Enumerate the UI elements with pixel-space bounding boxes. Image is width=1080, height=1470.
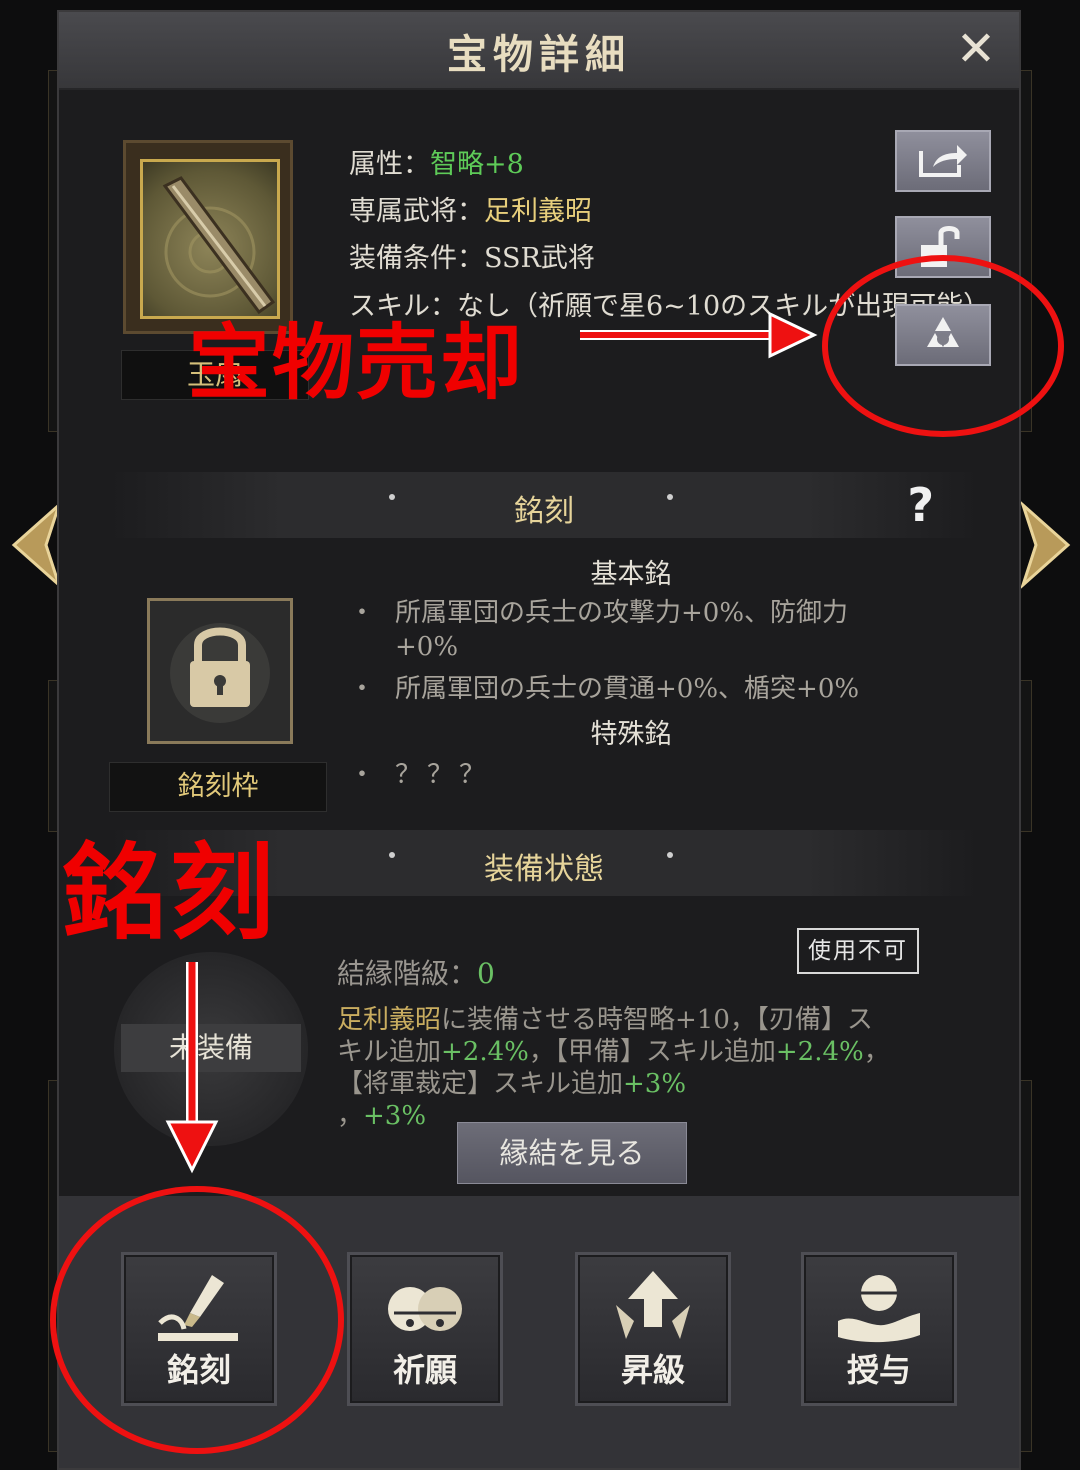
engrave-annotation-label: 銘刻: [62, 832, 279, 954]
bond-bonus: +3%: [623, 1069, 687, 1099]
equip-condition-row: 装備条件：SSR武将: [349, 236, 595, 275]
bond-general: 足利義昭: [337, 1005, 442, 1035]
bullet-dot: ・: [349, 674, 376, 704]
exclusive-general-row: 専属武将：足利義昭: [349, 189, 592, 228]
bond-bonus: +3%: [363, 1101, 427, 1131]
bond-level: 結縁階級：0: [337, 952, 495, 992]
sell-arrow-icon: [580, 311, 818, 359]
close-icon[interactable]: ✕: [951, 24, 1001, 74]
share-icon: [919, 145, 967, 177]
item-image: [140, 159, 280, 319]
upgrade-arrow-icon: [616, 1271, 690, 1339]
sell-highlight-ring: [822, 255, 1064, 437]
engrave-section-header: 銘刻 ?: [109, 472, 979, 538]
dialog-title: 宝物詳細: [447, 31, 631, 78]
special-engrave-line: ・ ？？？: [349, 758, 492, 792]
attribute-value: 智略+8: [430, 149, 524, 180]
bond-text: ，: [337, 1101, 364, 1131]
bestow-button-label: 授与: [846, 1351, 911, 1389]
view-bond-button[interactable]: 縁結を見る: [457, 1122, 687, 1184]
bullet-dot: ・: [349, 598, 376, 628]
unusable-stamp: 使用不可: [797, 928, 919, 974]
engrave-arrow-icon: [165, 962, 219, 1174]
lock-icon: [170, 623, 270, 723]
bells-icon: [388, 1287, 462, 1331]
special-engrave-text: ？？？: [395, 760, 492, 790]
pray-button-label: 祈願: [392, 1351, 457, 1389]
exclusive-value: 足利義昭: [484, 196, 592, 227]
basic-engrave-text: 所属軍団の兵士の攻撃力+0%、防御力+0%: [395, 598, 849, 662]
bond-text: ，【甲備】スキル追加: [528, 1037, 776, 1067]
bullet-dot: ・: [349, 760, 376, 790]
title-bar: 宝物詳細 ✕: [59, 12, 1019, 90]
next-arrow-icon[interactable]: [1018, 500, 1078, 590]
engrave-slot-frame[interactable]: [147, 598, 293, 744]
basic-engrave-line: ・所属軍団の兵士の攻撃力+0%、防御力+0%: [349, 596, 895, 664]
bond-bonus: +2.4%: [775, 1037, 864, 1067]
prev-arrow-icon[interactable]: [4, 500, 64, 590]
bond-bonus: +2.4%: [441, 1037, 529, 1067]
share-button[interactable]: [895, 130, 991, 192]
upgrade-button[interactable]: 昇級: [575, 1252, 731, 1406]
basic-engrave-heading: 基本銘: [590, 559, 672, 590]
header-dot: [667, 852, 673, 858]
fan-icon: [162, 176, 276, 315]
bond-label: 結縁階級：: [337, 957, 478, 990]
engrave-highlight-ring: [50, 1186, 344, 1454]
engrave-section-title: 銘刻: [514, 494, 574, 529]
bond-value: 0: [477, 957, 495, 990]
bond-description: 足利義昭に装備させる時智略+10，【刃備】スキル追加+2.4%，【甲備】スキル追…: [337, 1004, 897, 1132]
special-engrave-heading: 特殊銘: [590, 719, 672, 750]
exclusive-label: 専属武将：: [349, 196, 484, 227]
condition-value: SSR武将: [484, 243, 595, 274]
header-dot: [667, 494, 673, 500]
help-icon[interactable]: ?: [907, 478, 934, 532]
attribute-label: 属性：: [349, 149, 430, 180]
basic-engrave-text: 所属軍団の兵士の貫通+0%、楯突+0%: [395, 674, 860, 704]
sell-annotation-label: 宝物売却: [188, 316, 525, 411]
engrave-slot-label: 銘刻枠: [109, 762, 327, 812]
condition-label: 装備条件：: [349, 243, 484, 274]
pray-button[interactable]: 祈願: [347, 1252, 503, 1406]
basic-engrave-line: ・所属軍団の兵士の貫通+0%、楯突+0%: [349, 672, 915, 706]
hand-orb-icon: [838, 1275, 920, 1343]
attribute-row: 属性：智略+8: [349, 142, 524, 181]
upgrade-button-label: 昇級: [620, 1351, 685, 1389]
bestow-button[interactable]: 授与: [801, 1252, 957, 1406]
